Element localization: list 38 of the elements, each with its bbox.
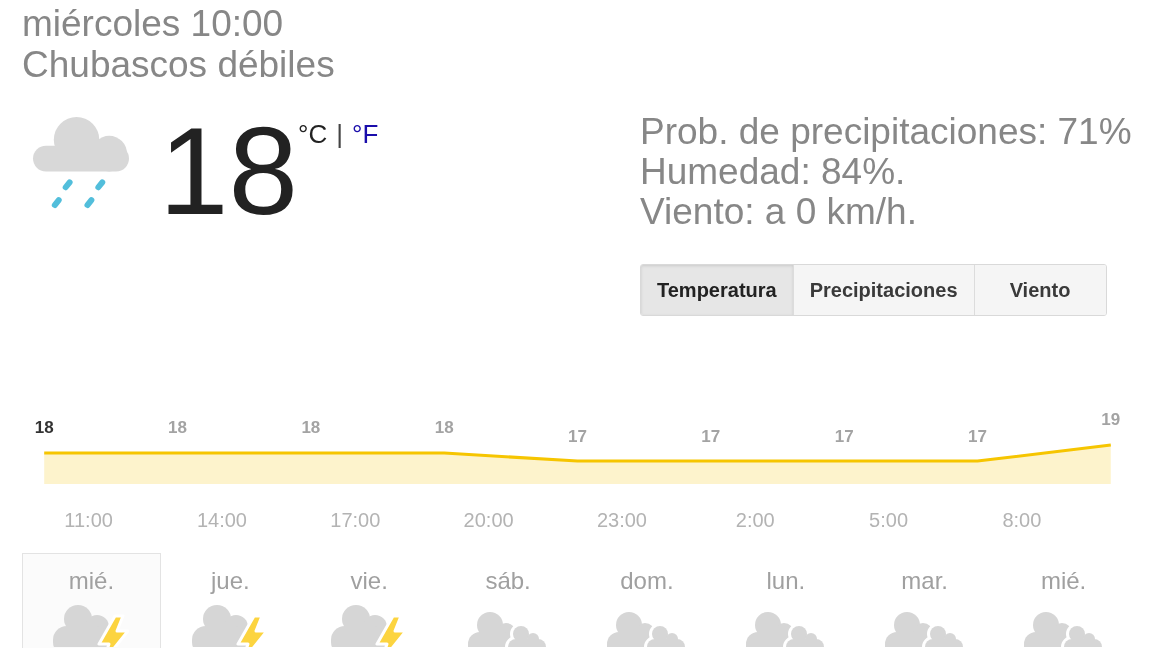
temperature-value-label: 18 bbox=[168, 418, 187, 438]
day-card[interactable]: mié. bbox=[22, 553, 161, 648]
temperature-value-label: 18 bbox=[301, 418, 321, 438]
unit-toggle[interactable]: °C bbox=[298, 120, 328, 148]
day-card[interactable]: mié. bbox=[994, 553, 1133, 648]
time-label: 17:00 bbox=[330, 509, 381, 531]
time-label: 8:00 bbox=[1002, 509, 1042, 531]
time-label: 14:00 bbox=[196, 509, 247, 531]
day-card[interactable]: dom. bbox=[577, 553, 717, 648]
unit-toggle[interactable]: °F bbox=[352, 120, 379, 148]
day-card[interactable]: mar. bbox=[855, 553, 995, 648]
temperature-value-label: 17 bbox=[834, 426, 854, 446]
chart-tab[interactable]: Temperatura bbox=[641, 265, 793, 315]
time-label: 20:00 bbox=[463, 509, 514, 531]
unit-separator: | bbox=[336, 120, 343, 148]
temperature-value-label: 18 bbox=[34, 418, 54, 438]
temperature-value-label: 19 bbox=[1101, 410, 1121, 430]
rain-cloud-icon bbox=[32, 116, 131, 210]
weather-detail-text: Prob. de precipitaciones: 71% bbox=[640, 112, 1132, 152]
temperature-value-label: 18 bbox=[434, 418, 454, 438]
day-card[interactable]: sáb. bbox=[438, 553, 578, 648]
time-label: 23:00 bbox=[596, 509, 647, 531]
chart-tab[interactable]: Precipitaciones bbox=[792, 265, 974, 315]
day-card[interactable]: vie. bbox=[299, 553, 439, 648]
temperature-value-label: 17 bbox=[968, 426, 987, 446]
time-label: 11:00 bbox=[64, 509, 113, 531]
time-label: 5:00 bbox=[869, 509, 909, 531]
day-card[interactable]: jue. bbox=[160, 553, 300, 648]
day-card[interactable]: lun. bbox=[716, 553, 856, 648]
time-label: 2:00 bbox=[735, 509, 775, 531]
chart-tab[interactable]: Viento bbox=[973, 265, 1106, 315]
temperature-value-label: 17 bbox=[568, 426, 587, 446]
weather-condition-text: Chubascos débiles bbox=[22, 44, 335, 86]
weather-detail-text: Viento: a 0 km/h. bbox=[640, 192, 917, 232]
temperature-value-label: 17 bbox=[701, 426, 721, 446]
weather-detail-text: Humedad: 84%. bbox=[640, 152, 906, 192]
temperature-value: 18 bbox=[159, 108, 299, 233]
date-time-text: miércoles 10:00 bbox=[22, 2, 284, 44]
